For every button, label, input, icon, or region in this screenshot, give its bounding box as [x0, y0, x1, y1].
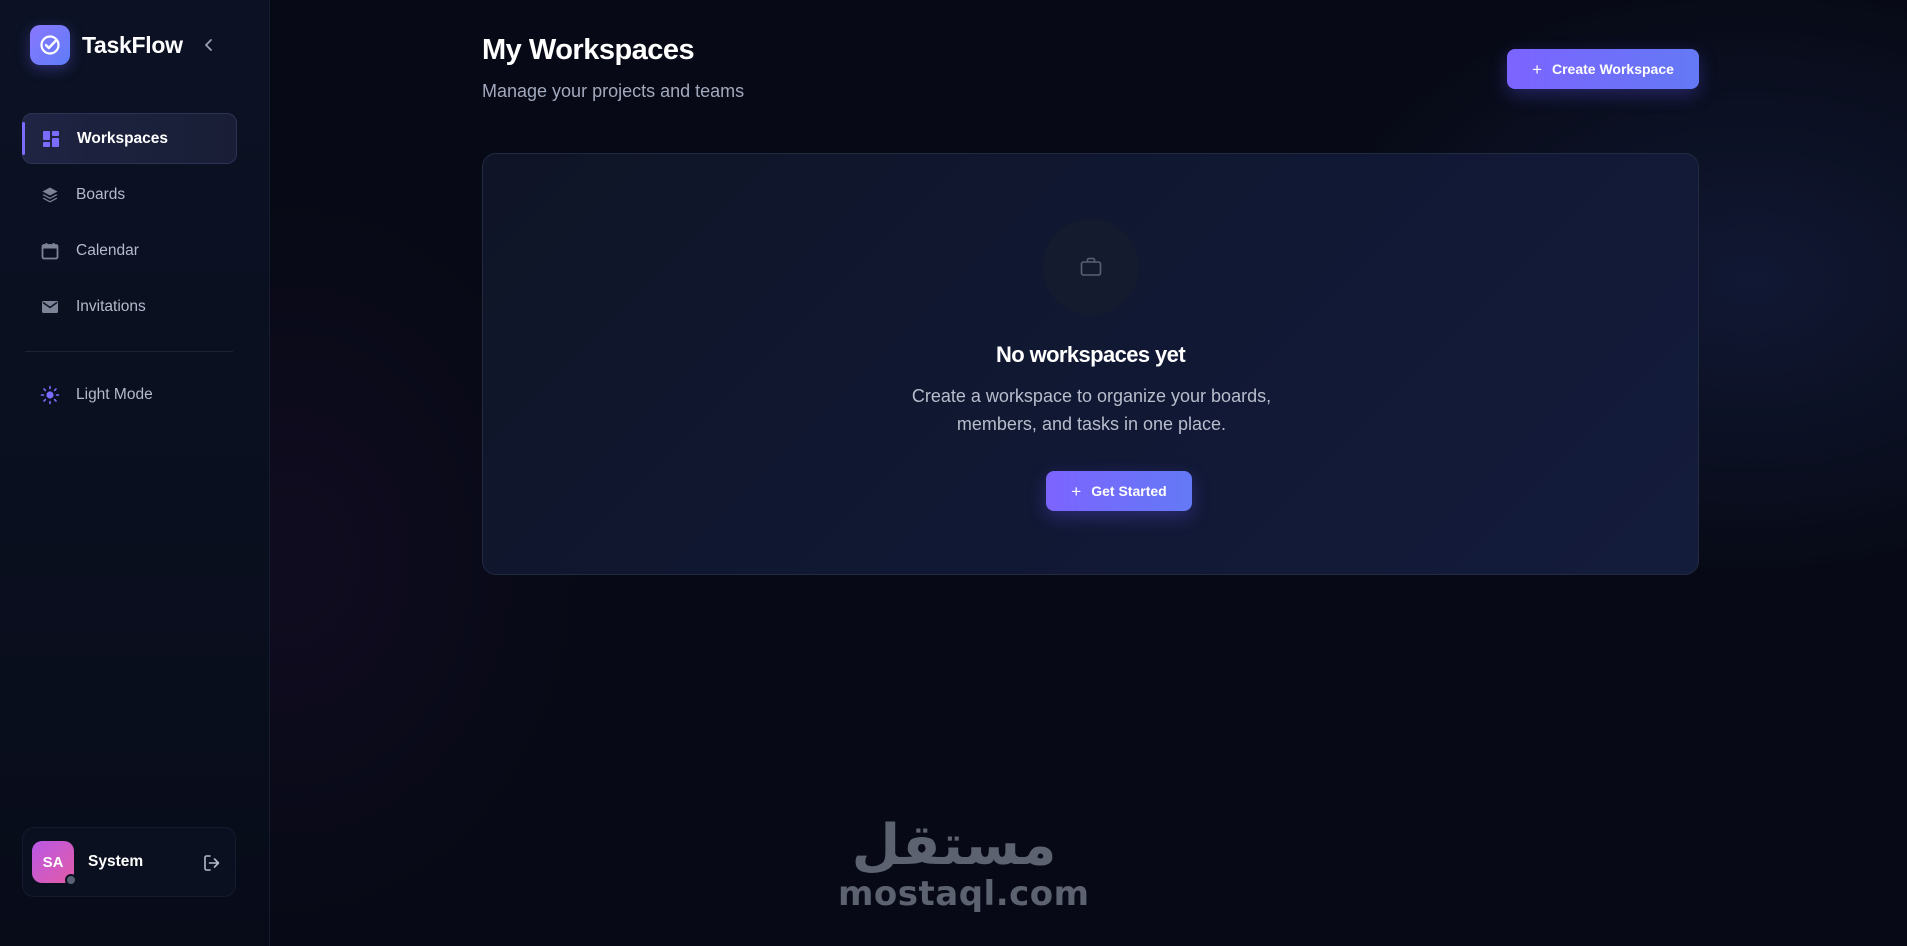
- plus-icon: +: [1532, 59, 1542, 79]
- watermark-arabic: مستقل: [851, 813, 1057, 878]
- sidebar-item-label: Invitations: [76, 297, 146, 315]
- chevron-left-icon: [205, 39, 212, 51]
- light-mode-toggle[interactable]: Light Mode: [22, 369, 237, 420]
- check-circle-icon: [30, 25, 70, 65]
- page-title: My Workspaces: [482, 34, 695, 66]
- plus-icon: +: [1071, 481, 1082, 501]
- app-root: TaskFlow Workspaces Boards Calendar Invi…: [0, 0, 1907, 946]
- layers-icon: [40, 185, 60, 205]
- sidebar-item-label: Calendar: [76, 241, 139, 259]
- sidebar-item-label: Workspaces: [77, 129, 169, 147]
- mail-icon: [40, 297, 60, 317]
- avatar-initials: SA: [42, 853, 64, 871]
- light-mode-label: Light Mode: [76, 385, 153, 403]
- empty-state-title: No workspaces yet: [995, 342, 1186, 367]
- sidebar-item-boards[interactable]: Boards: [22, 169, 237, 220]
- empty-state-card: No workspaces yet Create a workspace to …: [482, 153, 1699, 575]
- presence-indicator: [65, 874, 77, 886]
- create-workspace-button[interactable]: + Create Workspace: [1507, 49, 1699, 89]
- sidebar-item-workspaces[interactable]: Workspaces: [22, 113, 237, 164]
- briefcase-icon: [1043, 219, 1139, 315]
- user-name: System: [88, 853, 144, 870]
- main-content: My Workspaces Manage your projects and t…: [270, 0, 1907, 946]
- page-subtitle: Manage your projects and teams: [482, 81, 745, 101]
- logout-button[interactable]: [201, 852, 223, 874]
- theme-toggle: Light Mode: [22, 369, 237, 425]
- sidebar: TaskFlow Workspaces Boards Calendar Invi…: [0, 0, 270, 946]
- get-started-label: Get Started: [1091, 483, 1167, 499]
- create-workspace-label: Create Workspace: [1552, 61, 1674, 77]
- watermark-latin: mostaql.com: [838, 874, 1090, 914]
- empty-state-description: Create a workspace to organize your boar…: [911, 386, 1272, 434]
- sidebar-item-calendar[interactable]: Calendar: [22, 225, 237, 276]
- sidebar-item-label: Boards: [76, 185, 126, 203]
- user-card[interactable]: SA System: [22, 827, 236, 897]
- grid-icon: [41, 129, 61, 149]
- logout-icon: [204, 855, 220, 871]
- avatar[interactable]: SA: [32, 841, 77, 886]
- calendar-icon: [40, 241, 60, 261]
- collapse-sidebar-button[interactable]: [198, 33, 220, 57]
- brand[interactable]: TaskFlow: [30, 25, 183, 65]
- sidebar-nav: Workspaces Boards Calendar Invitations: [22, 113, 237, 337]
- get-started-button[interactable]: + Get Started: [1046, 471, 1192, 511]
- sidebar-item-invitations[interactable]: Invitations: [22, 281, 237, 332]
- watermark: مستقل mostaql.com: [838, 813, 1090, 914]
- brand-name: TaskFlow: [82, 31, 183, 58]
- nav-divider: [25, 351, 233, 352]
- sun-icon: [40, 385, 60, 405]
